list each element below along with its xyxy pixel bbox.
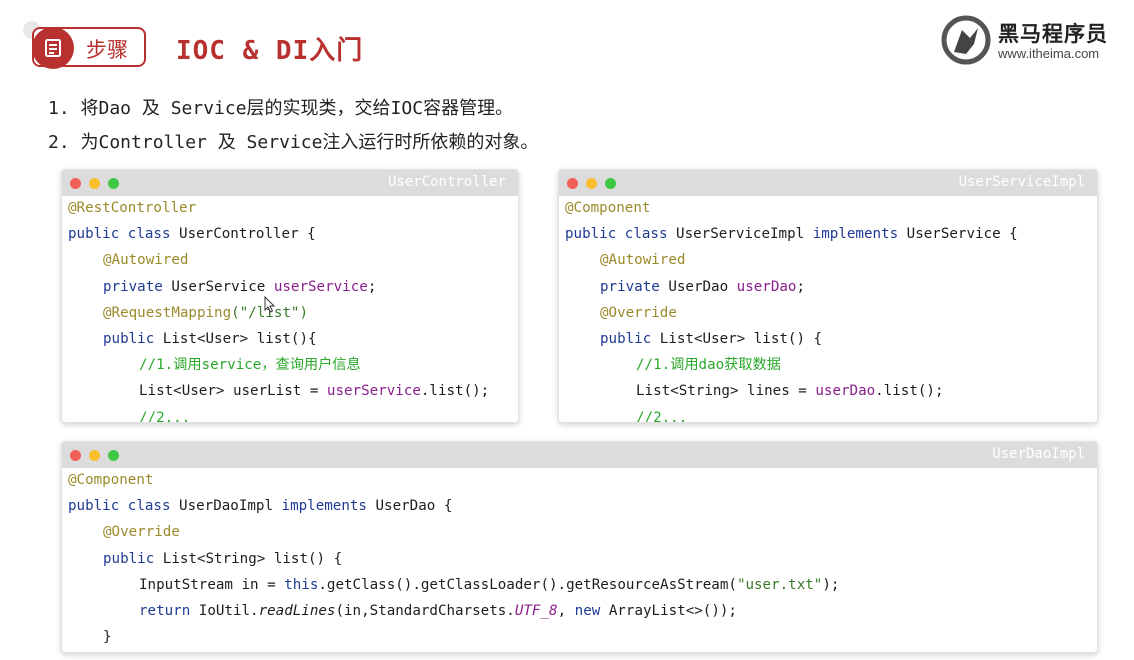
code-window-service: UserServiceImpl @Component public class … (558, 169, 1098, 423)
code-line: List<User> userList = userService.list()… (139, 383, 490, 400)
step-list: 1. 将Dao 及 Service层的实现类，交给IOC容器管理。 2. 为Co… (48, 96, 538, 164)
brand-url: www.itheima.com (998, 46, 1100, 61)
window-title: UserDaoImpl (992, 446, 1085, 462)
brand: 黑马程序员 www.itheima.com (940, 14, 1120, 66)
minimize-dot-icon (89, 450, 100, 461)
code-line: @RestController (68, 200, 197, 216)
code-line: @Override (600, 304, 677, 321)
code-line: public List<String> list() { (103, 550, 343, 567)
minimize-dot-icon (89, 178, 100, 189)
brand-name: 黑马程序员 (998, 22, 1108, 46)
step-item: 1. 将Dao 及 Service层的实现类，交给IOC容器管理。 (48, 98, 514, 119)
minimize-dot-icon (586, 178, 597, 189)
maximize-dot-icon (108, 178, 119, 189)
maximize-dot-icon (108, 450, 119, 461)
code-line: List<String> lines = userDao.list(); (636, 383, 944, 400)
code-line: public class UserController { (68, 226, 316, 243)
page-title: IOC & DI入门 (176, 36, 364, 66)
code-block: @Component public class UserDaoImpl impl… (62, 468, 1097, 652)
code-window-dao: UserDaoImpl @Component public class User… (61, 441, 1098, 653)
window-title-bar: UserServiceImpl (559, 170, 1097, 196)
code-line: return IoUtil.readLines(in,StandardChars… (139, 602, 737, 619)
maximize-dot-icon (605, 178, 616, 189)
code-line: } (103, 629, 112, 646)
code-line: @Component (565, 200, 651, 216)
code-window-controller: UserController @RestController public cl… (61, 169, 519, 423)
slide-header: 步骤 IOC & DI入门 黑马程序员 www.itheima.com (0, 0, 1134, 88)
code-line: //2... (139, 409, 191, 423)
window-title-bar: UserController (62, 170, 518, 196)
code-line: @Component (68, 472, 154, 488)
horse-logo-icon (940, 14, 992, 66)
document-icon (32, 27, 74, 69)
close-dot-icon (567, 178, 578, 189)
code-line: private UserDao userDao; (600, 278, 806, 295)
code-line: @Override (103, 524, 180, 541)
code-line: //1.调用service，查询用户信息 (139, 357, 361, 374)
code-line: public class UserServiceImpl implements … (565, 226, 1018, 243)
code-line: private UserService userService; (103, 278, 377, 295)
code-line: public List<User> list() { (600, 330, 823, 347)
code-block: @Component public class UserServiceImpl … (559, 196, 1097, 423)
code-line: @RequestMapping("/list") (103, 304, 308, 321)
code-line: @Autowired (600, 252, 686, 269)
code-block: @RestController public class UserControl… (62, 196, 518, 423)
code-line: @Autowired (103, 252, 189, 269)
close-dot-icon (70, 178, 81, 189)
step-label: 步骤 (86, 38, 128, 62)
window-title: UserServiceImpl (958, 174, 1085, 190)
code-line: //2... (636, 409, 688, 423)
code-line: public List<User> list(){ (103, 330, 317, 347)
code-line: //1.调用dao获取数据 (636, 357, 781, 374)
code-line: InputStream in = this.getClass().getClas… (139, 576, 840, 593)
close-dot-icon (70, 450, 81, 461)
window-title: UserController (387, 174, 506, 190)
window-title-bar: UserDaoImpl (62, 442, 1097, 468)
step-item: 2. 为Controller 及 Service注入运行时所依赖的对象。 (48, 132, 539, 153)
step-badge: 步骤 (32, 27, 146, 69)
code-line: public class UserDaoImpl implements User… (68, 498, 453, 515)
